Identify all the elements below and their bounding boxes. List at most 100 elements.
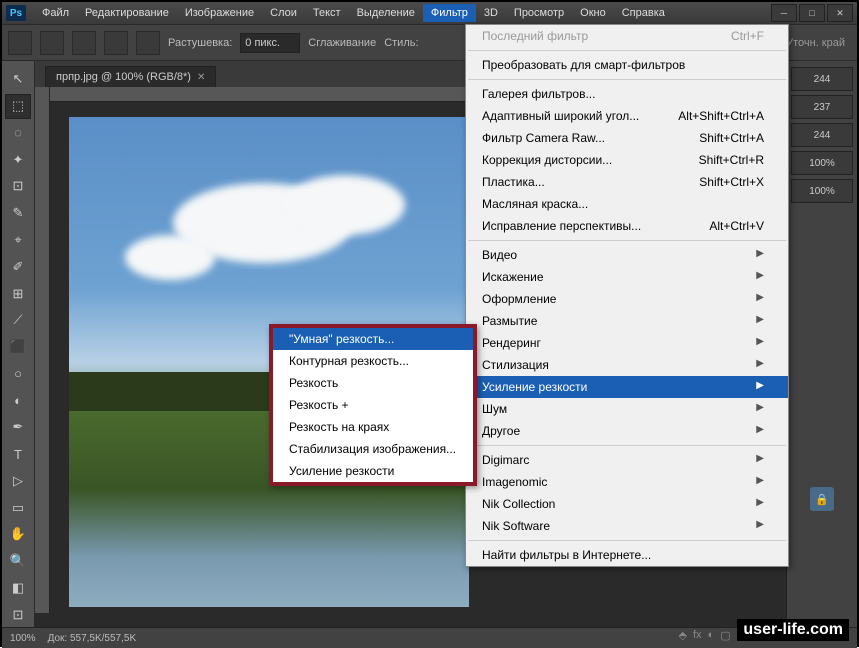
menu-3d[interactable]: 3D [476,4,506,22]
healing-tool[interactable]: ⌖ [5,228,31,253]
mask-icon[interactable]: ◐ [708,629,715,641]
menu-item-pixelate[interactable]: Оформление▶ [466,288,788,310]
doc-size: Док: 557,5K/557,5K [48,633,137,644]
selection-subtract-icon[interactable] [104,31,128,55]
selection-intersect-icon[interactable] [136,31,160,55]
menu-item-nik-collection[interactable]: Nik Collection▶ [466,493,788,515]
submenu-arrow-icon: ▶ [756,453,764,467]
opacity-value[interactable]: 100% [791,151,853,175]
submenu-arrow-icon: ▶ [756,270,764,284]
menu-type[interactable]: Текст [305,4,349,22]
link-layers-icon[interactable]: ⬘ [679,629,687,642]
submenu-arrow-icon: ▶ [756,475,764,489]
shape-tool[interactable]: ▭ [5,495,31,520]
menu-file[interactable]: Файл [34,4,77,22]
menu-item-camera-raw[interactable]: Фильтр Camera Raw...Shift+Ctrl+A [466,127,788,149]
lasso-tool[interactable]: ◌ [5,121,31,146]
type-tool[interactable]: T [5,442,31,467]
minimize-button[interactable]: ─ [771,4,797,22]
menu-item-nik-software[interactable]: Nik Software▶ [466,515,788,537]
menu-item-liquify[interactable]: Пластика...Shift+Ctrl+X [466,171,788,193]
zoom-level[interactable]: 100% [10,633,36,644]
submenu-arrow-icon: ▶ [756,358,764,372]
document-tab[interactable]: прпр.jpg @ 100% (RGB/8*) ✕ [45,66,216,87]
quickmask-toggle[interactable]: ⊡ [5,602,31,627]
blur-tool[interactable]: ○ [5,361,31,386]
color-r-value[interactable]: 244 [791,67,853,91]
menu-item-sharpen-group[interactable]: Усиление резкости [273,460,473,482]
menu-item-vanishing-point[interactable]: Исправление перспективы...Alt+Ctrl+V [466,215,788,237]
menu-item-sharpen-basic[interactable]: Резкость [273,372,473,394]
menu-item-lens-correction[interactable]: Коррекция дисторсии...Shift+Ctrl+R [466,149,788,171]
eraser-tool[interactable]: ⟋ [5,308,31,333]
menu-item-adaptive-wide[interactable]: Адаптивный широкий угол...Alt+Shift+Ctrl… [466,105,788,127]
toolbox: ↖ ⬚ ◌ ✦ ⊡ ✎ ⌖ ✐ ⊞ ⟋ ⬛ ○ ◐ ✒ T ▷ ▭ ✋ 🔍 ◧ … [2,61,35,627]
menu-item-sharpen[interactable]: Усиление резкости▶ [466,376,788,398]
menu-bar: Ps Файл Редактирование Изображение Слои … [2,2,857,24]
maximize-button[interactable]: □ [799,4,825,22]
menu-item-blur[interactable]: Размытие▶ [466,310,788,332]
menu-filter[interactable]: Фильтр [423,4,476,22]
menu-item-smart-sharpen[interactable]: "Умная" резкость... [273,328,473,350]
zoom-tool[interactable]: 🔍 [5,549,31,574]
new-group-icon[interactable]: ▢ [720,629,730,642]
color-g-value[interactable]: 237 [791,95,853,119]
menu-item-filter-gallery[interactable]: Галерея фильтров... [466,83,788,105]
menu-item-sharpen-more[interactable]: Резкость + [273,394,473,416]
antialias-checkbox-label[interactable]: Сглаживание [308,37,376,49]
sharpen-submenu: "Умная" резкость... Контурная резкость..… [269,324,477,486]
color-swatch[interactable]: ◧ [5,576,31,601]
close-tab-icon[interactable]: ✕ [197,72,205,83]
right-panels: 244 237 244 100% 100% 🔒 [786,61,857,627]
menu-item-other[interactable]: Другое▶ [466,420,788,442]
dodge-tool[interactable]: ◐ [5,388,31,413]
submenu-arrow-icon: ▶ [756,336,764,350]
menu-item-browse-filters[interactable]: Найти фильтры в Интернете... [466,544,788,566]
submenu-arrow-icon: ▶ [756,497,764,511]
menu-item-shake-reduction[interactable]: Стабилизация изображения... [273,438,473,460]
selection-add-icon[interactable] [72,31,96,55]
menu-select[interactable]: Выделение [349,4,423,22]
menu-layer[interactable]: Слои [262,4,305,22]
magic-wand-tool[interactable]: ✦ [5,147,31,172]
menu-edit[interactable]: Редактирование [77,4,177,22]
pen-tool[interactable]: ✒ [5,415,31,440]
feather-input[interactable]: 0 пикс. [240,33,300,53]
lock-icon[interactable]: 🔒 [810,487,834,511]
menu-help[interactable]: Справка [614,4,673,22]
menu-item-video[interactable]: Видео▶ [466,244,788,266]
watermark: user-life.com [737,619,849,641]
menu-item-render[interactable]: Рендеринг▶ [466,332,788,354]
hand-tool[interactable]: ✋ [5,522,31,547]
gradient-tool[interactable]: ⬛ [5,335,31,360]
eyedropper-tool[interactable]: ✎ [5,201,31,226]
menu-window[interactable]: Окно [572,4,614,22]
fill-value[interactable]: 100% [791,179,853,203]
menu-image[interactable]: Изображение [177,4,262,22]
marquee-tool-preset-icon[interactable] [8,31,32,55]
close-button[interactable]: ✕ [827,4,853,22]
path-tool[interactable]: ▷ [5,468,31,493]
menu-view[interactable]: Просмотр [506,4,572,22]
refine-edge-button[interactable]: Уточн. край [786,37,845,49]
menu-item-sharpen-edges[interactable]: Резкость на краях [273,416,473,438]
menu-item-oil-paint[interactable]: Масляная краска... [466,193,788,215]
crop-tool[interactable]: ⊡ [5,174,31,199]
menu-item-stylize[interactable]: Стилизация▶ [466,354,788,376]
menu-item-last-filter: Последний фильтр Ctrl+F [466,25,788,47]
fx-icon[interactable]: fx [693,629,702,641]
selection-new-icon[interactable] [40,31,64,55]
brush-tool[interactable]: ✐ [5,254,31,279]
menu-item-digimarc[interactable]: Digimarc▶ [466,449,788,471]
menu-item-unsharp-mask[interactable]: Контурная резкость... [273,350,473,372]
menu-item-smart-filter[interactable]: Преобразовать для смарт-фильтров [466,54,788,76]
menu-item-imagenomic[interactable]: Imagenomic▶ [466,471,788,493]
color-b-value[interactable]: 244 [791,123,853,147]
style-label: Стиль: [384,37,418,49]
menu-item-noise[interactable]: Шум▶ [466,398,788,420]
clone-tool[interactable]: ⊞ [5,281,31,306]
filter-menu-dropdown: Последний фильтр Ctrl+F Преобразовать дл… [465,24,789,567]
move-tool[interactable]: ↖ [5,67,31,92]
menu-item-distort[interactable]: Искажение▶ [466,266,788,288]
marquee-tool[interactable]: ⬚ [5,94,31,119]
